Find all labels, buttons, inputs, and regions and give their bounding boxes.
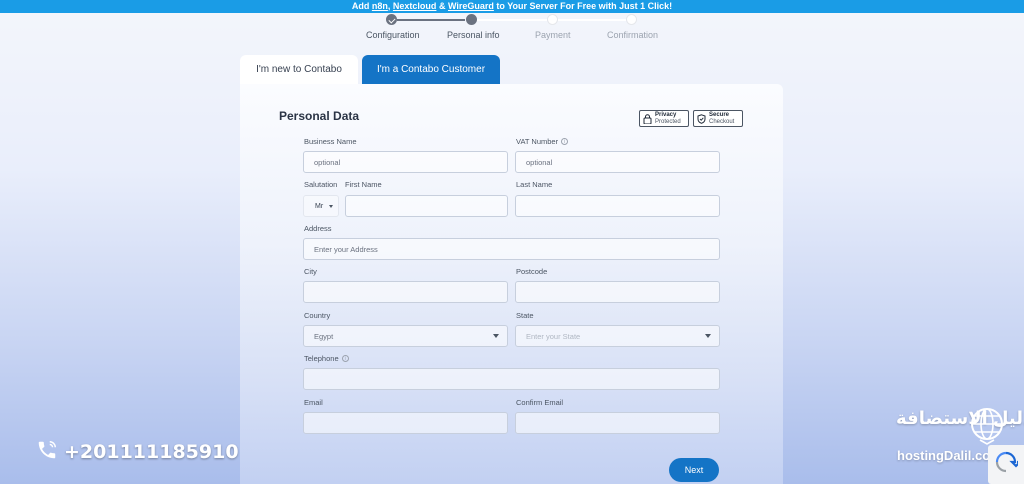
info-icon[interactable]: i xyxy=(561,138,569,145)
telephone-input[interactable] xyxy=(303,368,720,390)
step-configuration-done-icon[interactable] xyxy=(386,14,397,25)
tab-existing-customer[interactable]: I'm a Contabo Customer xyxy=(362,55,500,84)
step-confirmation-icon xyxy=(626,14,637,25)
salutation-select[interactable]: Mr xyxy=(303,195,339,217)
lock-icon xyxy=(643,113,652,124)
tab-new-customer[interactable]: I'm new to Contabo xyxy=(240,55,358,84)
phone-number: +201111185910 xyxy=(64,441,239,463)
step-label-confirmation: Confirmation xyxy=(607,30,659,40)
confirm-email-label: Confirm Email xyxy=(516,398,564,407)
promo-text-pre: Add xyxy=(351,1,372,11)
last-name-input[interactable] xyxy=(515,195,720,217)
country-value: Egypt xyxy=(314,331,334,341)
info-icon[interactable]: i xyxy=(341,355,349,362)
phone-icon xyxy=(36,439,58,466)
promo-banner: Add n8n, Nextcloud & WireGuard to Your S… xyxy=(0,0,1024,13)
confirm-email-input[interactable] xyxy=(515,412,720,434)
country-select[interactable]: Egypt xyxy=(303,325,508,347)
privacy-badge-line2: Protected xyxy=(655,118,681,125)
step-connector-1 xyxy=(397,19,465,21)
state-select[interactable]: Enter your State xyxy=(515,325,720,347)
promo-sep-2: & xyxy=(436,1,448,11)
vat-number-input[interactable]: optional xyxy=(515,151,720,173)
city-label: City xyxy=(304,267,317,276)
chevron-down-icon xyxy=(705,334,711,338)
telephone-label: Telephone i xyxy=(304,354,349,363)
city-input[interactable] xyxy=(303,281,508,303)
secure-badge-line2: Checkout xyxy=(709,118,735,125)
shield-icon xyxy=(697,113,706,124)
step-payment-icon xyxy=(547,14,558,25)
logo-arabic-text: دليل الاستضافة xyxy=(896,408,1024,428)
business-name-input[interactable]: optional xyxy=(303,151,508,173)
postcode-label: Postcode xyxy=(516,267,548,276)
promo-link-nextcloud[interactable]: Nextcloud xyxy=(393,1,437,11)
step-connector-3 xyxy=(558,19,626,21)
secure-checkout-badge: Secure Checkout xyxy=(693,110,743,127)
state-placeholder: Enter your State xyxy=(526,331,581,341)
email-input[interactable] xyxy=(303,412,508,434)
logo-latin-text: hostingDalil.com xyxy=(897,448,1002,463)
next-button[interactable]: Next xyxy=(669,458,719,482)
email-label: Email xyxy=(304,398,323,407)
step-label-configuration[interactable]: Configuration xyxy=(366,30,420,40)
promo-text-post: to Your Server For Free with Just 1 Clic… xyxy=(493,1,673,11)
checkout-stepper: Configuration Personal info Payment Conf… xyxy=(0,13,1024,53)
country-label: Country xyxy=(304,311,331,320)
privacy-badge-line1: Privacy xyxy=(655,111,677,118)
vat-number-label: VAT Number i xyxy=(516,137,569,146)
salutation-label: Salutation xyxy=(304,180,338,189)
last-name-label: Last Name xyxy=(516,180,553,189)
chevron-down-icon xyxy=(329,205,333,208)
first-name-input[interactable] xyxy=(345,195,508,217)
step-label-payment: Payment xyxy=(535,30,571,40)
salutation-value: Mr xyxy=(315,202,324,210)
globe-logo-icon xyxy=(970,407,1004,445)
recaptcha-badge[interactable] xyxy=(988,445,1024,484)
secure-badge-line1: Secure xyxy=(709,111,730,118)
chevron-down-icon xyxy=(493,334,499,338)
address-input[interactable]: Enter your Address xyxy=(303,238,720,260)
state-label: State xyxy=(516,311,534,320)
step-connector-2 xyxy=(477,19,547,21)
step-personal-info-current-icon xyxy=(466,14,477,25)
business-name-label: Business Name xyxy=(304,137,357,146)
step-label-personal-info: Personal info xyxy=(447,30,500,40)
recaptcha-icon xyxy=(994,450,1023,479)
address-label: Address xyxy=(304,224,332,233)
privacy-protected-badge: Privacy Protected xyxy=(639,110,689,127)
phone-watermark: +201111185910 xyxy=(36,440,239,464)
promo-link-n8n[interactable]: n8n xyxy=(372,1,388,11)
form-title: Personal Data xyxy=(279,109,360,123)
first-name-label: First Name xyxy=(345,180,382,189)
promo-link-wireguard[interactable]: WireGuard xyxy=(448,1,494,11)
postcode-input[interactable] xyxy=(515,281,720,303)
